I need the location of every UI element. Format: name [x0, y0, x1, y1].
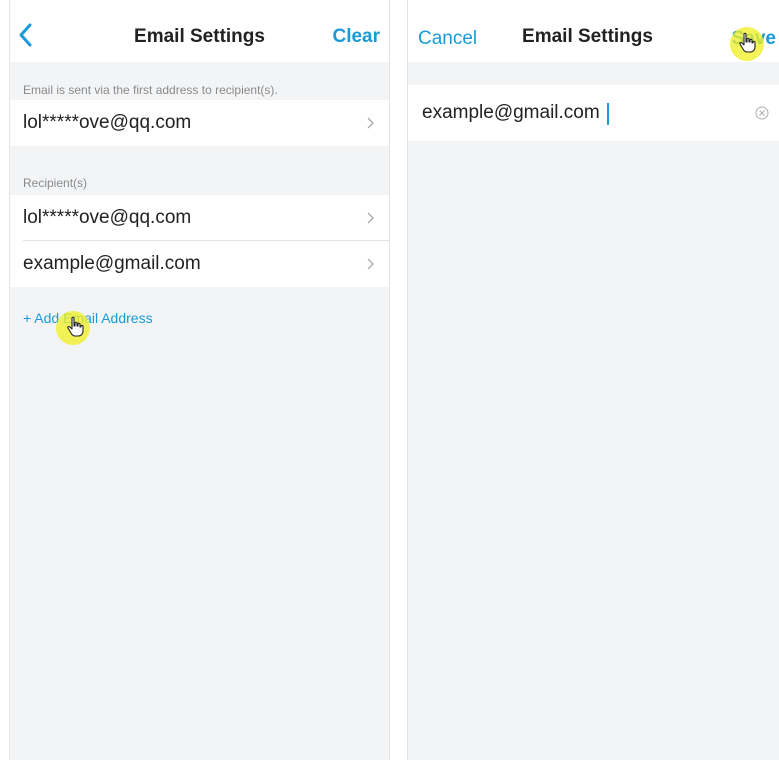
recipient-address: example@gmail.com [23, 253, 201, 274]
sender-address: lol*****ove@qq.com [23, 112, 192, 133]
edit-email-screen: Cancel Email Settings Save [407, 0, 779, 760]
recipient-address: lol*****ove@qq.com [23, 207, 192, 228]
page-title: Email Settings [522, 26, 653, 47]
chevron-right-icon [367, 117, 374, 129]
recipient-row[interactable]: lol*****ove@qq.com [10, 195, 389, 241]
recipients-label: Recipient(s) [23, 176, 88, 190]
recipient-row[interactable]: example@gmail.com [10, 241, 389, 287]
email-input-row [408, 85, 779, 141]
email-settings-screen: Email Settings Clear Email is sent via t… [9, 0, 390, 760]
text-caret [607, 103, 609, 125]
nav-bar: Cancel Email Settings Save [408, 0, 779, 62]
sender-hint: Email is sent via the first address to r… [23, 83, 278, 97]
pointer-hand-icon [67, 316, 84, 337]
sender-address-row[interactable]: lol*****ove@qq.com [10, 100, 389, 146]
pointer-hand-icon [739, 32, 756, 53]
circle-x-icon[interactable] [755, 106, 769, 120]
nav-bar: Email Settings Clear [10, 0, 389, 62]
email-address-input[interactable] [422, 99, 722, 127]
chevron-right-icon [367, 258, 374, 270]
chevron-right-icon [367, 212, 374, 224]
clear-button[interactable]: Clear [332, 26, 380, 48]
